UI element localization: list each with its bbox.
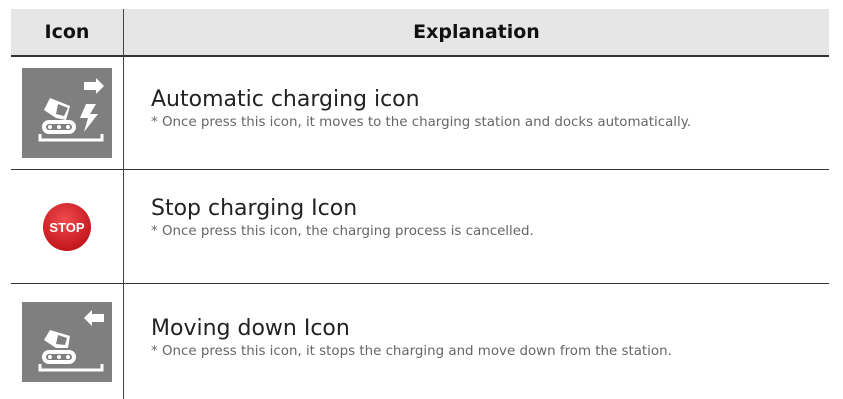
stop-icon-label: STOP [49,220,84,235]
row-title: Moving down Icon [151,316,350,341]
table-row: STOP Stop charging Icon * Once press thi… [11,170,829,283]
row-note: * Once press this icon, the charging pro… [151,224,534,239]
icon-explanation-table: Icon Explanation Automatic charging icon… [11,9,829,399]
header-icon: Icon [44,21,90,43]
row-title: Stop charging Icon [151,196,358,221]
row-title: Automatic charging icon [151,87,420,112]
row-note: * Once press this icon, it moves to the … [151,115,692,130]
auto-charge-icon [22,68,112,158]
header-explanation: Explanation [413,21,540,43]
stop-icon: STOP [37,197,97,257]
row-note: * Once press this icon, it stops the cha… [151,344,672,359]
table-row: Automatic charging icon * Once press thi… [11,57,829,169]
table-header: Icon Explanation [11,9,829,55]
table-row: Moving down Icon * Once press this icon,… [11,284,829,399]
move-down-icon [22,301,112,382]
